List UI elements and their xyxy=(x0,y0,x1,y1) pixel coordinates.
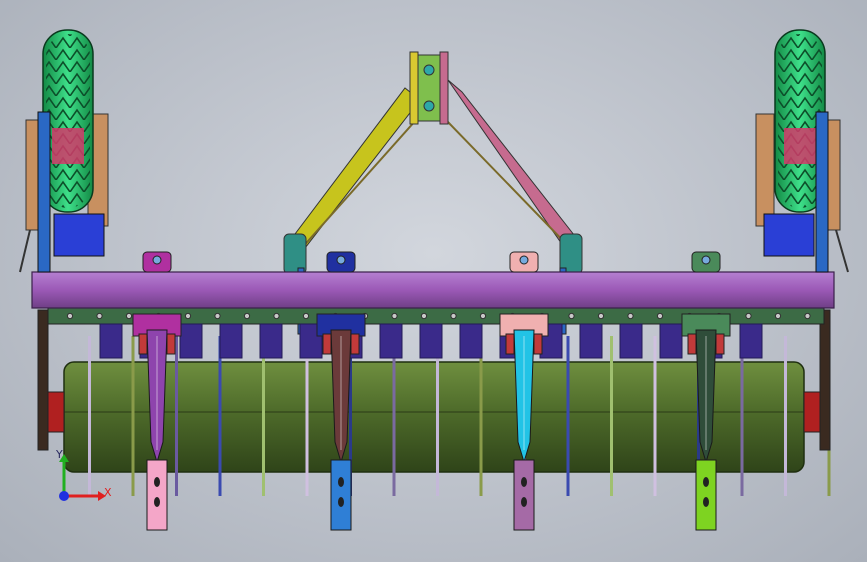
wheel-spring-right xyxy=(835,229,849,273)
roller-bar xyxy=(218,336,222,496)
rail-hole xyxy=(420,312,428,320)
rail-hole xyxy=(184,312,192,320)
roller-side-plate-right xyxy=(819,309,831,451)
rail-hole xyxy=(66,312,74,320)
wheel-hub-left xyxy=(52,128,84,164)
rail-hole xyxy=(774,312,782,320)
rail-hole xyxy=(804,312,811,320)
hitch-arm-left[interactable] xyxy=(291,87,421,249)
wheel-mount-right[interactable] xyxy=(763,213,815,257)
roller-bar xyxy=(784,336,787,496)
tine-plate xyxy=(619,323,643,359)
beam-clamp[interactable] xyxy=(326,251,356,273)
shank-foot[interactable] xyxy=(695,459,717,531)
main-frame-beam[interactable] xyxy=(31,271,835,309)
rail-hole xyxy=(745,312,752,320)
rail-hole xyxy=(243,312,251,320)
rail-hole xyxy=(627,312,634,320)
roller-bar xyxy=(436,336,439,496)
x-axis-label: X xyxy=(104,486,112,499)
tine-plate xyxy=(99,323,123,359)
tire-tread-left xyxy=(46,34,90,208)
tine-plate xyxy=(459,323,483,359)
gauge-wheel-left[interactable] xyxy=(19,29,109,273)
tine-plate xyxy=(659,323,683,359)
roller-bar xyxy=(479,336,483,496)
tine-plate xyxy=(419,323,443,359)
hitch-brace-right xyxy=(445,119,573,251)
wheel-spring-left xyxy=(19,229,31,273)
roller-bar xyxy=(175,336,178,496)
tine-plate xyxy=(219,323,243,359)
roller-bar xyxy=(740,336,744,496)
rail-hole xyxy=(479,312,487,320)
tine-plate xyxy=(179,323,203,359)
rail-hole xyxy=(656,312,664,320)
hitch-top-plate-right xyxy=(439,51,449,125)
cad-viewport[interactable]: X Y xyxy=(0,0,867,562)
beam-clamp[interactable] xyxy=(691,251,721,273)
wheel-hub-right xyxy=(784,128,816,164)
tine-plate xyxy=(739,323,763,359)
rail-hole xyxy=(302,312,310,320)
hitch-pin-bottom xyxy=(423,100,435,112)
rail-hole xyxy=(568,312,575,320)
shank-foot[interactable] xyxy=(146,459,168,531)
shank-foot[interactable] xyxy=(513,459,535,531)
rail-hole xyxy=(597,312,605,320)
beam-clamp[interactable] xyxy=(142,251,172,273)
roller-bar xyxy=(305,336,309,496)
tine-plate xyxy=(579,323,603,359)
rail-hole xyxy=(450,312,457,320)
rail-hole xyxy=(214,312,221,320)
rail-hole xyxy=(96,312,103,320)
tire-tread-right xyxy=(778,34,822,208)
wheel-mount-left[interactable] xyxy=(53,213,105,257)
wheel-stem-right xyxy=(815,111,829,273)
roller-bar xyxy=(88,336,91,496)
hitch-arm-right[interactable] xyxy=(447,79,579,251)
axis-origin xyxy=(59,491,69,501)
tine-plate xyxy=(259,323,283,359)
wheel-bracket-right xyxy=(755,113,775,227)
roller-side-plate-left xyxy=(37,309,49,451)
hitch-top-plate-left xyxy=(409,51,419,125)
gauge-wheel-right[interactable] xyxy=(755,29,849,273)
tine-plate xyxy=(379,323,403,359)
roller-bar xyxy=(653,336,657,496)
roller-bar xyxy=(392,336,396,496)
shank-foot[interactable] xyxy=(330,459,352,531)
roller-bar xyxy=(610,336,613,496)
roller-bar xyxy=(566,336,570,496)
beam-clamps[interactable] xyxy=(142,251,721,273)
rail-hole xyxy=(273,312,280,320)
y-axis-label: Y xyxy=(55,448,63,461)
beam-clamp[interactable] xyxy=(509,251,539,273)
tine-plates xyxy=(99,323,763,359)
rail-hole xyxy=(125,312,133,320)
rail-hole xyxy=(391,312,398,320)
hitch-brace-left xyxy=(299,119,417,251)
hitch-pin-top xyxy=(423,64,435,76)
roller-bar xyxy=(131,336,135,496)
roller-bar xyxy=(262,336,265,496)
wheel-stem-left xyxy=(37,111,51,273)
